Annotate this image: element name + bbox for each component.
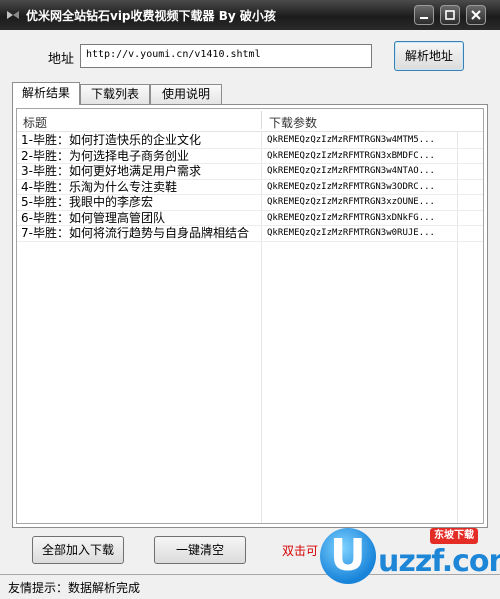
watermark-badge: 东坡下载 bbox=[430, 528, 478, 544]
table-row[interactable]: 7-毕胜：如何将流行趋势与自身品牌相结合 QkREMEQzQzIzMzRFMTRG… bbox=[17, 226, 483, 242]
address-label: 地址 bbox=[48, 52, 75, 67]
tab-parse-results[interactable]: 解析结果 bbox=[12, 82, 80, 105]
table-row[interactable]: 1-毕胜：如何打造快乐的企业文化 QkREMEQzQzIzMzRFMTRGN3w4… bbox=[17, 133, 483, 149]
add-all-download-button[interactable]: 全部加入下载 bbox=[32, 536, 124, 564]
table-row[interactable]: 6-毕胜：如何管理高管团队 QkREMEQzQzIzMzRFMTRGN3xDNkF… bbox=[17, 210, 483, 226]
column-header-title[interactable]: 标题 bbox=[23, 114, 47, 131]
minimize-button[interactable] bbox=[414, 5, 434, 25]
clear-all-button[interactable]: 一键清空 bbox=[154, 536, 246, 564]
minimize-icon bbox=[420, 17, 428, 19]
row-title: 5-毕胜：我眼中的李彦宏 bbox=[21, 195, 153, 209]
tab-usage-guide[interactable]: 使用说明 bbox=[150, 84, 222, 104]
status-text: 友情提示：数据解析完成 bbox=[8, 581, 141, 595]
table-row[interactable]: 2-毕胜：为何选择电子商务创业 QkREMEQzQzIzMzRFMTRGN3xBM… bbox=[17, 148, 483, 164]
watermark-letter: U bbox=[330, 530, 366, 581]
table-row[interactable]: 4-毕胜：乐淘为什么专注卖鞋 QkREMEQzQzIzMzRFMTRGN3w3OD… bbox=[17, 179, 483, 195]
row-param: QkREMEQzQzIzMzRFMTRGN3w3ODRC... bbox=[267, 181, 435, 192]
app-window: 优米网全站钻石vip收费视频下载器 By 破小孩 地址 http://v.you… bbox=[0, 0, 500, 599]
row-title: 4-毕胜：乐淘为什么专注卖鞋 bbox=[21, 179, 177, 194]
row-param: QkREMEQzQzIzMzRFMTRGN3xBMDFC... bbox=[267, 150, 435, 161]
app-icon bbox=[7, 11, 19, 19]
title-bar[interactable]: 优米网全站钻石vip收费视频下载器 By 破小孩 bbox=[0, 0, 500, 30]
list-rows: 1-毕胜：如何打造快乐的企业文化 QkREMEQzQzIzMzRFMTRGN3w4… bbox=[17, 133, 483, 242]
close-icon bbox=[471, 10, 481, 20]
row-param: QkREMEQzQzIzMzRFMTRGN3w0RUJE... bbox=[267, 228, 435, 238]
maximize-button[interactable] bbox=[440, 5, 460, 25]
window-title: 优米网全站钻石vip收费视频下载器 By 破小孩 bbox=[26, 9, 276, 23]
row-param: QkREMEQzQzIzMzRFMTRGN3w4NTAO... bbox=[267, 166, 435, 176]
row-title: 1-毕胜：如何打造快乐的企业文化 bbox=[21, 133, 201, 147]
row-param: QkREMEQzQzIzMzRFMTRGN3w4MTM5... bbox=[267, 135, 435, 145]
table-row[interactable]: 5-毕胜：我眼中的李彦宏 QkREMEQzQzIzMzRFMTRGN3xzOUNE… bbox=[17, 195, 483, 211]
results-list[interactable]: 标题 下载参数 1-毕胜：如何打造快乐的企业文化 QkREMEQzQzIzMzRF… bbox=[16, 108, 484, 524]
parse-address-button[interactable]: 解析地址 bbox=[394, 41, 464, 71]
address-input[interactable]: http://v.youmi.cn/v1410.shtml bbox=[80, 44, 372, 68]
table-row[interactable]: 3-毕胜：如何更好地满足用户需求 QkREMEQzQzIzMzRFMTRGN3w4… bbox=[17, 164, 483, 180]
list-header: 标题 下载参数 bbox=[17, 109, 483, 132]
row-param: QkREMEQzQzIzMzRFMTRGN3xzOUNE... bbox=[267, 197, 435, 207]
close-button[interactable] bbox=[466, 5, 486, 25]
tab-download-list[interactable]: 下载列表 bbox=[80, 84, 150, 104]
row-title: 6-毕胜：如何管理高管团队 bbox=[21, 210, 165, 225]
site-watermark-logo: U uzzf.com 东坡下载 bbox=[318, 526, 500, 592]
results-panel: 标题 下载参数 1-毕胜：如何打造快乐的企业文化 QkREMEQzQzIzMzRF… bbox=[12, 104, 488, 528]
watermark-site: uzzf.com bbox=[378, 544, 500, 579]
maximize-icon bbox=[445, 10, 455, 20]
row-param: QkREMEQzQzIzMzRFMTRGN3xDNkFG... bbox=[267, 212, 435, 223]
row-title: 2-毕胜：为何选择电子商务创业 bbox=[21, 148, 189, 163]
row-title: 7-毕胜：如何将流行趋势与自身品牌相结合 bbox=[21, 226, 249, 240]
column-separator[interactable] bbox=[261, 111, 262, 129]
column-header-param[interactable]: 下载参数 bbox=[269, 114, 317, 131]
double-click-hint: 双击可 bbox=[282, 544, 319, 558]
row-title: 3-毕胜：如何更好地满足用户需求 bbox=[21, 164, 201, 178]
